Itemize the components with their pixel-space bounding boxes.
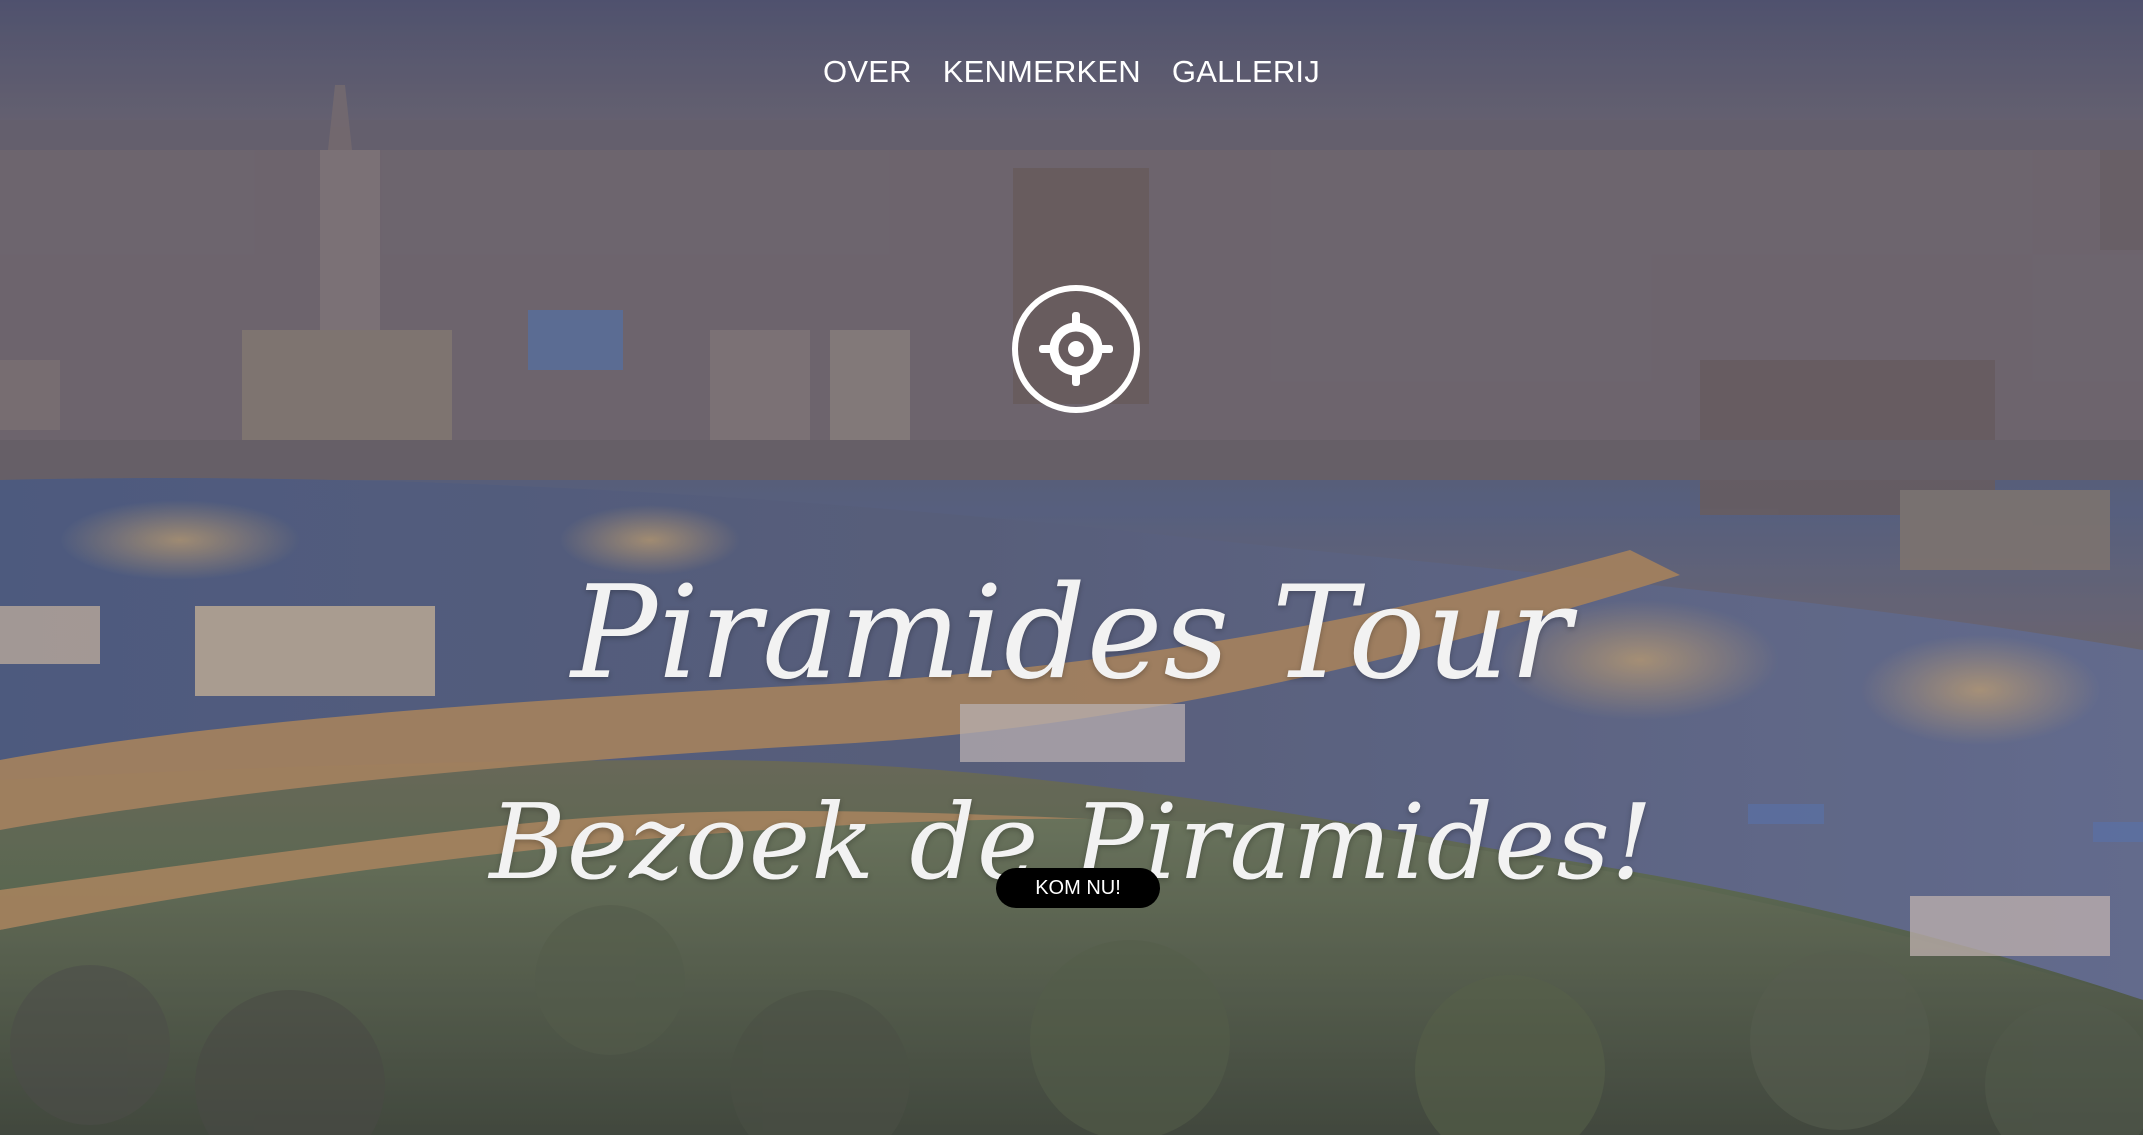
nav-item-over[interactable]: OVER: [823, 52, 912, 92]
nav-item-gallerij[interactable]: GALLERIJ: [1172, 52, 1320, 92]
target-icon: [1012, 285, 1140, 413]
top-navigation: OVER KENMERKEN GALLERIJ: [0, 52, 2143, 92]
nav-item-kenmerken[interactable]: KENMERKEN: [943, 52, 1141, 92]
kom-nu-button[interactable]: KOM NU!: [996, 868, 1160, 908]
hero-section: OVER KENMERKEN GALLERIJ Piramides Tour B…: [0, 0, 2143, 1135]
hero-title: Piramides Tour: [570, 558, 1573, 708]
